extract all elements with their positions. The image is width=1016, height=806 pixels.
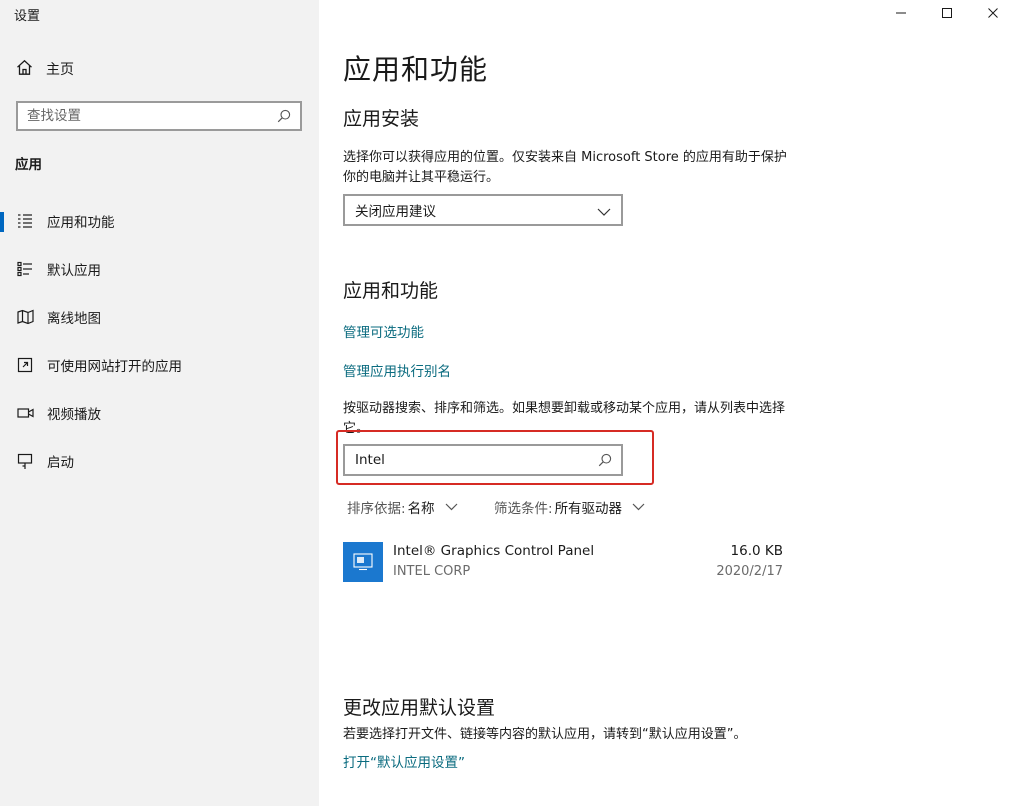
map-icon xyxy=(16,308,34,326)
sidebar-section-title: 应用 xyxy=(15,157,42,173)
manage-app-alias-link[interactable]: 管理应用执行别名 xyxy=(343,360,451,380)
app-size: 16.0 KB xyxy=(730,543,783,559)
maximize-icon xyxy=(941,4,953,23)
sidebar-home-label: 主页 xyxy=(46,62,74,78)
sidebar-item-label: 视频播放 xyxy=(47,407,101,423)
close-button[interactable] xyxy=(970,0,1016,26)
filter-dropdown[interactable]: 筛选条件: 所有驱动器 xyxy=(494,497,645,517)
app-list-item[interactable]: Intel® Graphics Control Panel INTEL CORP… xyxy=(343,540,783,586)
chevron-down-icon xyxy=(597,201,611,220)
sidebar-item-label: 应用和功能 xyxy=(47,215,115,231)
app-publisher: INTEL CORP xyxy=(393,564,471,579)
sort-value: 名称 xyxy=(407,501,435,517)
settings-search-input[interactable] xyxy=(27,108,274,124)
sidebar-item-default-apps[interactable]: 默认应用 xyxy=(0,251,319,287)
minimize-icon xyxy=(895,4,907,23)
filter-value: 所有驱动器 xyxy=(554,501,623,517)
dropdown-value: 关闭应用建议 xyxy=(355,204,436,220)
sidebar-item-label: 默认应用 xyxy=(47,263,101,279)
close-icon xyxy=(987,4,999,23)
intel-graphics-icon xyxy=(343,542,383,582)
defaults-description: 若要选择打开文件、链接等内容的默认应用，请转到“默认应用设置”。 xyxy=(343,727,747,742)
install-description: 选择你可以获得应用的位置。仅安装来自 Microsoft Store 的应用有助… xyxy=(343,150,787,185)
defaults-heading: 更改应用默认设置 xyxy=(343,697,496,719)
app-name: Intel® Graphics Control Panel xyxy=(393,543,595,559)
app-install-date: 2020/2/17 xyxy=(716,564,783,579)
sidebar-item-startup[interactable]: 启动 xyxy=(0,443,319,479)
features-heading: 应用和功能 xyxy=(343,280,439,302)
install-heading: 应用安装 xyxy=(343,108,420,130)
sidebar-item-website-apps[interactable]: 可使用网站打开的应用 xyxy=(0,347,319,383)
settings-search-box[interactable] xyxy=(16,101,302,131)
sidebar-item-apps-features[interactable]: 应用和功能 xyxy=(0,203,319,239)
chevron-down-icon xyxy=(445,503,458,511)
filter-key: 筛选条件: xyxy=(494,501,553,517)
install-source-dropdown[interactable]: 关闭应用建议 xyxy=(343,194,623,226)
maximize-button[interactable] xyxy=(924,0,970,26)
open-default-apps-link[interactable]: 打开“默认应用设置” xyxy=(343,751,465,771)
sidebar-item-video-playback[interactable]: 视频播放 xyxy=(0,395,319,431)
apps-list-icon xyxy=(16,212,34,230)
sort-key: 排序依据: xyxy=(347,501,406,517)
sidebar-item-label: 可使用网站打开的应用 xyxy=(47,359,182,375)
window-title: 设置 xyxy=(14,9,41,24)
sidebar: 设置 主页 应用 应用和功能 默认应用 离线地图 可使用网站打 xyxy=(0,0,319,806)
window-controls xyxy=(878,0,1016,26)
sidebar-item-offline-maps[interactable]: 离线地图 xyxy=(0,299,319,335)
main-content: 应用和功能 应用安装 选择你可以获得应用的位置。仅安装来自 Microsoft … xyxy=(319,0,1016,806)
sort-dropdown[interactable]: 排序依据: 名称 xyxy=(347,497,458,517)
page-title: 应用和功能 xyxy=(343,53,489,86)
search-highlight-box xyxy=(336,430,654,485)
open-website-icon xyxy=(16,356,34,374)
chevron-down-icon xyxy=(632,503,645,511)
sidebar-item-label: 离线地图 xyxy=(47,311,101,327)
video-icon xyxy=(16,404,34,422)
manage-optional-features-link[interactable]: 管理可选功能 xyxy=(343,321,424,341)
search-icon[interactable] xyxy=(274,106,294,126)
sidebar-item-label: 启动 xyxy=(47,455,74,471)
sidebar-home[interactable]: 主页 xyxy=(16,58,74,80)
startup-icon xyxy=(16,452,34,470)
default-apps-icon xyxy=(16,260,34,278)
minimize-button[interactable] xyxy=(878,0,924,26)
home-icon xyxy=(16,59,33,80)
